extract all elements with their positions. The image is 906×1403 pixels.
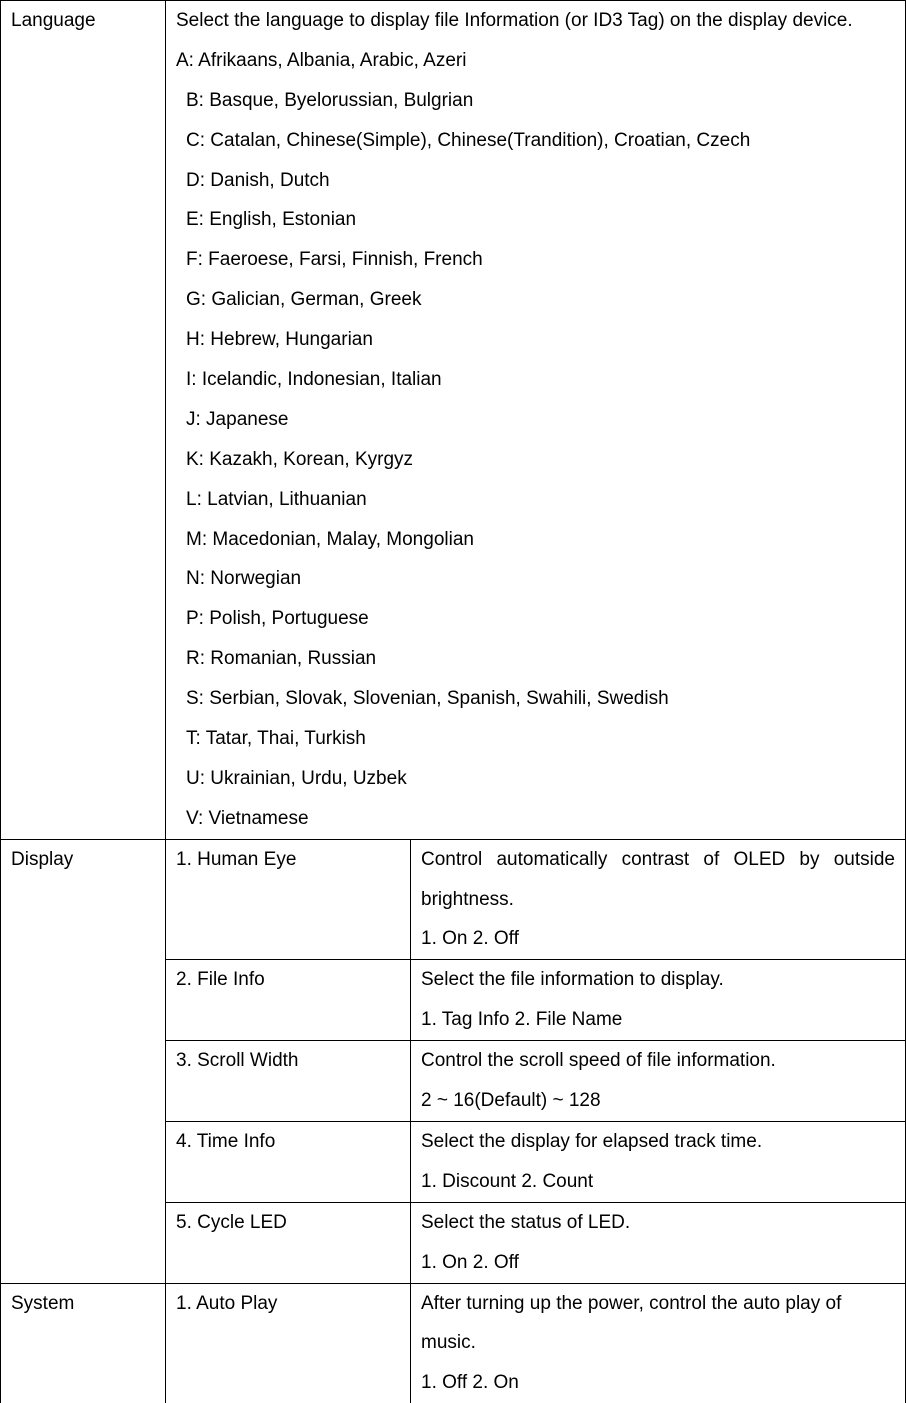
language-line: M: Macedonian, Malay, Mongolian	[176, 520, 895, 560]
setting-name: 1. Human Eye	[176, 849, 296, 870]
category-cell: System	[1, 1283, 166, 1403]
setting-desc-cell: Control automatically contrast of OLED b…	[411, 839, 906, 960]
language-line: P: Polish, Portuguese	[176, 599, 895, 639]
language-line: T: Tatar, Thai, Turkish	[176, 719, 895, 759]
language-line: S: Serbian, Slovak, Slovenian, Spanish, …	[176, 679, 895, 719]
language-line: R: Romanian, Russian	[176, 639, 895, 679]
description-cell: Select the language to display file Info…	[166, 1, 906, 840]
language-line: E: English, Estonian	[176, 200, 895, 240]
setting-desc: Control the scroll speed of file informa…	[421, 1041, 895, 1081]
language-line: V: Vietnamese	[176, 799, 895, 839]
setting-options: 1. On 2. Off	[421, 919, 895, 959]
category-cell: Display	[1, 839, 166, 1283]
setting-name: 3. Scroll Width	[176, 1050, 298, 1071]
setting-name: 2. File Info	[176, 969, 265, 990]
language-line: K: Kazakh, Korean, Kyrgyz	[176, 440, 895, 480]
language-intro: Select the language to display file Info…	[176, 1, 895, 41]
setting-name: 1. Auto Play	[176, 1293, 277, 1314]
table-row: Language Select the language to display …	[1, 1, 906, 840]
setting-desc: After turning up the power, control the …	[421, 1284, 895, 1364]
language-line: C: Catalan, Chinese(Simple), Chinese(Tra…	[176, 121, 895, 161]
category-cell: Language	[1, 1, 166, 840]
settings-table: Language Select the language to display …	[0, 0, 906, 1403]
setting-options: 1. Off 2. On	[421, 1363, 895, 1403]
setting-desc-cell: Select the file information to display. …	[411, 960, 906, 1041]
setting-options: 1. Discount 2. Count	[421, 1162, 895, 1202]
setting-desc-cell: Select the status of LED. 1. On 2. Off	[411, 1202, 906, 1283]
table-row: System 1. Auto Play After turning up the…	[1, 1283, 906, 1403]
setting-desc-cell: After turning up the power, control the …	[411, 1283, 906, 1403]
language-line: L: Latvian, Lithuanian	[176, 480, 895, 520]
language-line: J: Japanese	[176, 400, 895, 440]
setting-name-cell: 3. Scroll Width	[166, 1041, 411, 1122]
setting-options: 1. On 2. Off	[421, 1243, 895, 1283]
setting-desc: Select the file information to display.	[421, 960, 895, 1000]
setting-name-cell: 4. Time Info	[166, 1121, 411, 1202]
language-line: A: Afrikaans, Albania, Arabic, Azeri	[176, 41, 895, 81]
language-line: F: Faeroese, Farsi, Finnish, French	[176, 240, 895, 280]
setting-desc: Select the status of LED.	[421, 1203, 895, 1243]
setting-name-cell: 5. Cycle LED	[166, 1202, 411, 1283]
table-row: Display 1. Human Eye Control automatical…	[1, 839, 906, 960]
setting-options: 2 ~ 16(Default) ~ 128	[421, 1081, 895, 1121]
category-label: Display	[11, 849, 73, 870]
setting-name: 5. Cycle LED	[176, 1212, 287, 1233]
language-line: N: Norwegian	[176, 559, 895, 599]
setting-desc-cell: Control the scroll speed of file informa…	[411, 1041, 906, 1122]
setting-options: 1. Tag Info 2. File Name	[421, 1000, 895, 1040]
category-label: System	[11, 1293, 74, 1314]
setting-desc: Control automatically contrast of OLED b…	[421, 840, 895, 920]
language-line: B: Basque, Byelorussian, Bulgrian	[176, 81, 895, 121]
language-line: I: Icelandic, Indonesian, Italian	[176, 360, 895, 400]
language-line: U: Ukrainian, Urdu, Uzbek	[176, 759, 895, 799]
language-line: D: Danish, Dutch	[176, 161, 895, 201]
setting-name-cell: 1. Auto Play	[166, 1283, 411, 1403]
setting-name: 4. Time Info	[176, 1131, 275, 1152]
setting-name-cell: 2. File Info	[166, 960, 411, 1041]
language-line: H: Hebrew, Hungarian	[176, 320, 895, 360]
setting-desc: Select the display for elapsed track tim…	[421, 1122, 895, 1162]
setting-desc-cell: Select the display for elapsed track tim…	[411, 1121, 906, 1202]
category-label: Language	[11, 10, 96, 31]
language-line: G: Galician, German, Greek	[176, 280, 895, 320]
setting-name-cell: 1. Human Eye	[166, 839, 411, 960]
